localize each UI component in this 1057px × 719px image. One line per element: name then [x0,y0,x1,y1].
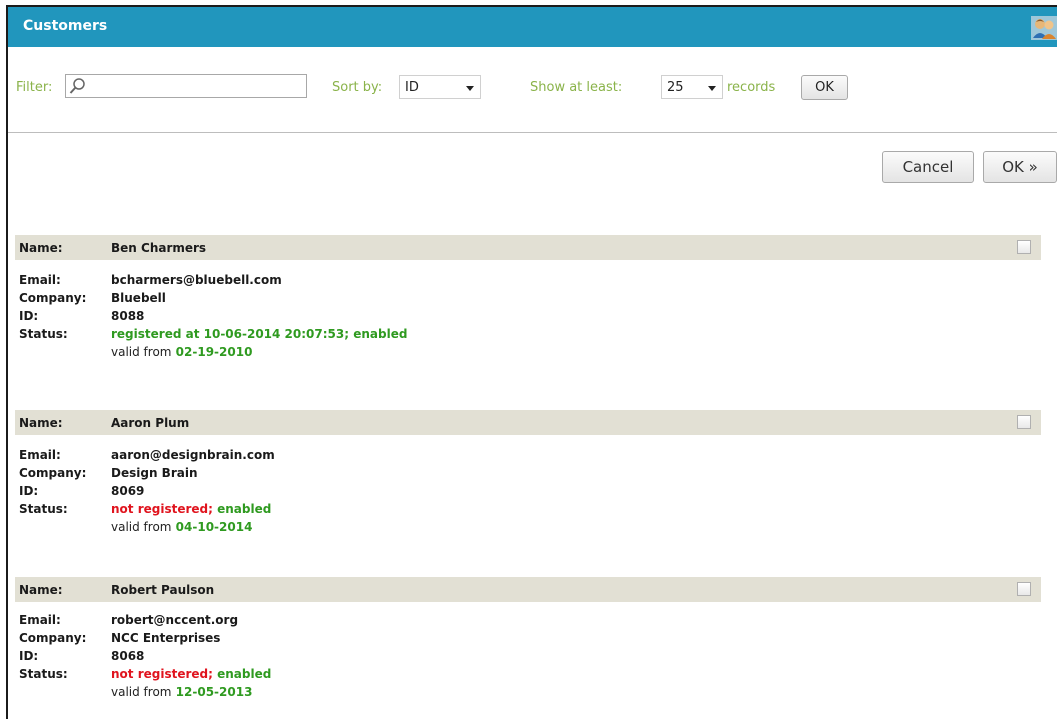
valid-from-label: valid from [111,685,172,699]
select-checkbox[interactable] [1017,582,1031,596]
customer-name: Ben Charmers [111,241,207,255]
record-header: Name: Aaron Plum [15,410,1041,435]
customer-id: 8068 [111,649,145,663]
customer-record: Name: Aaron Plum Email: aaron@designbrai… [15,410,1057,560]
customer-name: Aaron Plum [111,416,190,430]
status-separator: ; [208,667,213,681]
show-label: Show at least: [530,80,623,95]
divider [8,132,1057,133]
id-label: ID: [19,484,39,498]
status-separator: ; [208,502,213,516]
sort-select[interactable]: ID [399,75,481,99]
records-select[interactable]: 25 [661,75,723,99]
valid-value: valid from 12-05-2013 [111,685,252,699]
registration-status: not registered [111,502,209,516]
select-checkbox[interactable] [1017,240,1031,254]
valid-value: valid from 04-10-2014 [111,520,252,534]
valid-value: valid from 02-19-2010 [111,345,252,359]
registration-status: registered at 10-06-2014 20:07:53 [111,327,345,341]
status-value: registered at 10-06-2014 20:07:53; enabl… [111,327,407,341]
customer-id: 8069 [111,484,145,498]
email-label: Email: [19,273,61,287]
status-value: not registered; enabled [111,502,271,516]
email-label: Email: [19,448,61,462]
ok-button[interactable]: OK » [983,151,1057,183]
customer-email: aaron@designbrain.com [111,448,275,462]
record-header: Name: Robert Paulson [15,577,1041,602]
filter-bar: Filter: Sort by: ID Show at least: 25 re… [16,71,1056,101]
enabled-status: enabled [217,667,272,681]
customer-company: NCC Enterprises [111,631,221,645]
enabled-status: enabled [353,327,408,341]
title-bar: Customers [8,7,1057,47]
valid-from-date: 02-19-2010 [175,345,253,359]
status-label: Status: [19,667,68,681]
chevron-down-icon [466,86,474,91]
sort-label: Sort by: [332,80,383,95]
magnifier-icon [69,78,85,94]
id-label: ID: [19,649,39,663]
page-title: Customers [23,18,108,34]
company-label: Company: [19,466,87,480]
company-label: Company: [19,631,87,645]
record-header: Name: Ben Charmers [15,235,1041,260]
valid-from-date: 04-10-2014 [175,520,253,534]
customer-email: bcharmers@bluebell.com [111,273,282,287]
customer-email: robert@nccent.org [111,613,239,627]
filter-input[interactable] [65,74,307,98]
status-label: Status: [19,327,68,341]
name-label: Name: [19,583,63,597]
customer-id: 8088 [111,309,145,323]
chevron-down-icon [708,86,716,91]
registration-status: not registered [111,667,209,681]
company-label: Company: [19,291,87,305]
customer-company: Design Brain [111,466,198,480]
valid-from-label: valid from [111,520,172,534]
customer-record: Name: Robert Paulson Email: robert@nccen… [15,577,1057,719]
sort-value: ID [405,80,419,95]
valid-from-label: valid from [111,345,172,359]
name-label: Name: [19,416,63,430]
email-label: Email: [19,613,61,627]
valid-from-date: 12-05-2013 [175,685,253,699]
records-label: records [727,80,776,95]
filter-ok-button[interactable]: OK [801,75,848,100]
customer-name: Robert Paulson [111,583,215,597]
status-separator: ; [344,327,350,341]
enabled-status: enabled [217,502,272,516]
filter-label: Filter: [16,80,53,95]
records-value: 25 [667,80,684,95]
customer-record: Name: Ben Charmers Email: bcharmers@blue… [15,235,1057,385]
users-icon[interactable] [1031,16,1057,40]
customer-company: Bluebell [111,291,166,305]
status-value: not registered; enabled [111,667,271,681]
id-label: ID: [19,309,39,323]
select-checkbox[interactable] [1017,415,1031,429]
name-label: Name: [19,241,63,255]
status-label: Status: [19,502,68,516]
cancel-button[interactable]: Cancel [882,151,974,183]
